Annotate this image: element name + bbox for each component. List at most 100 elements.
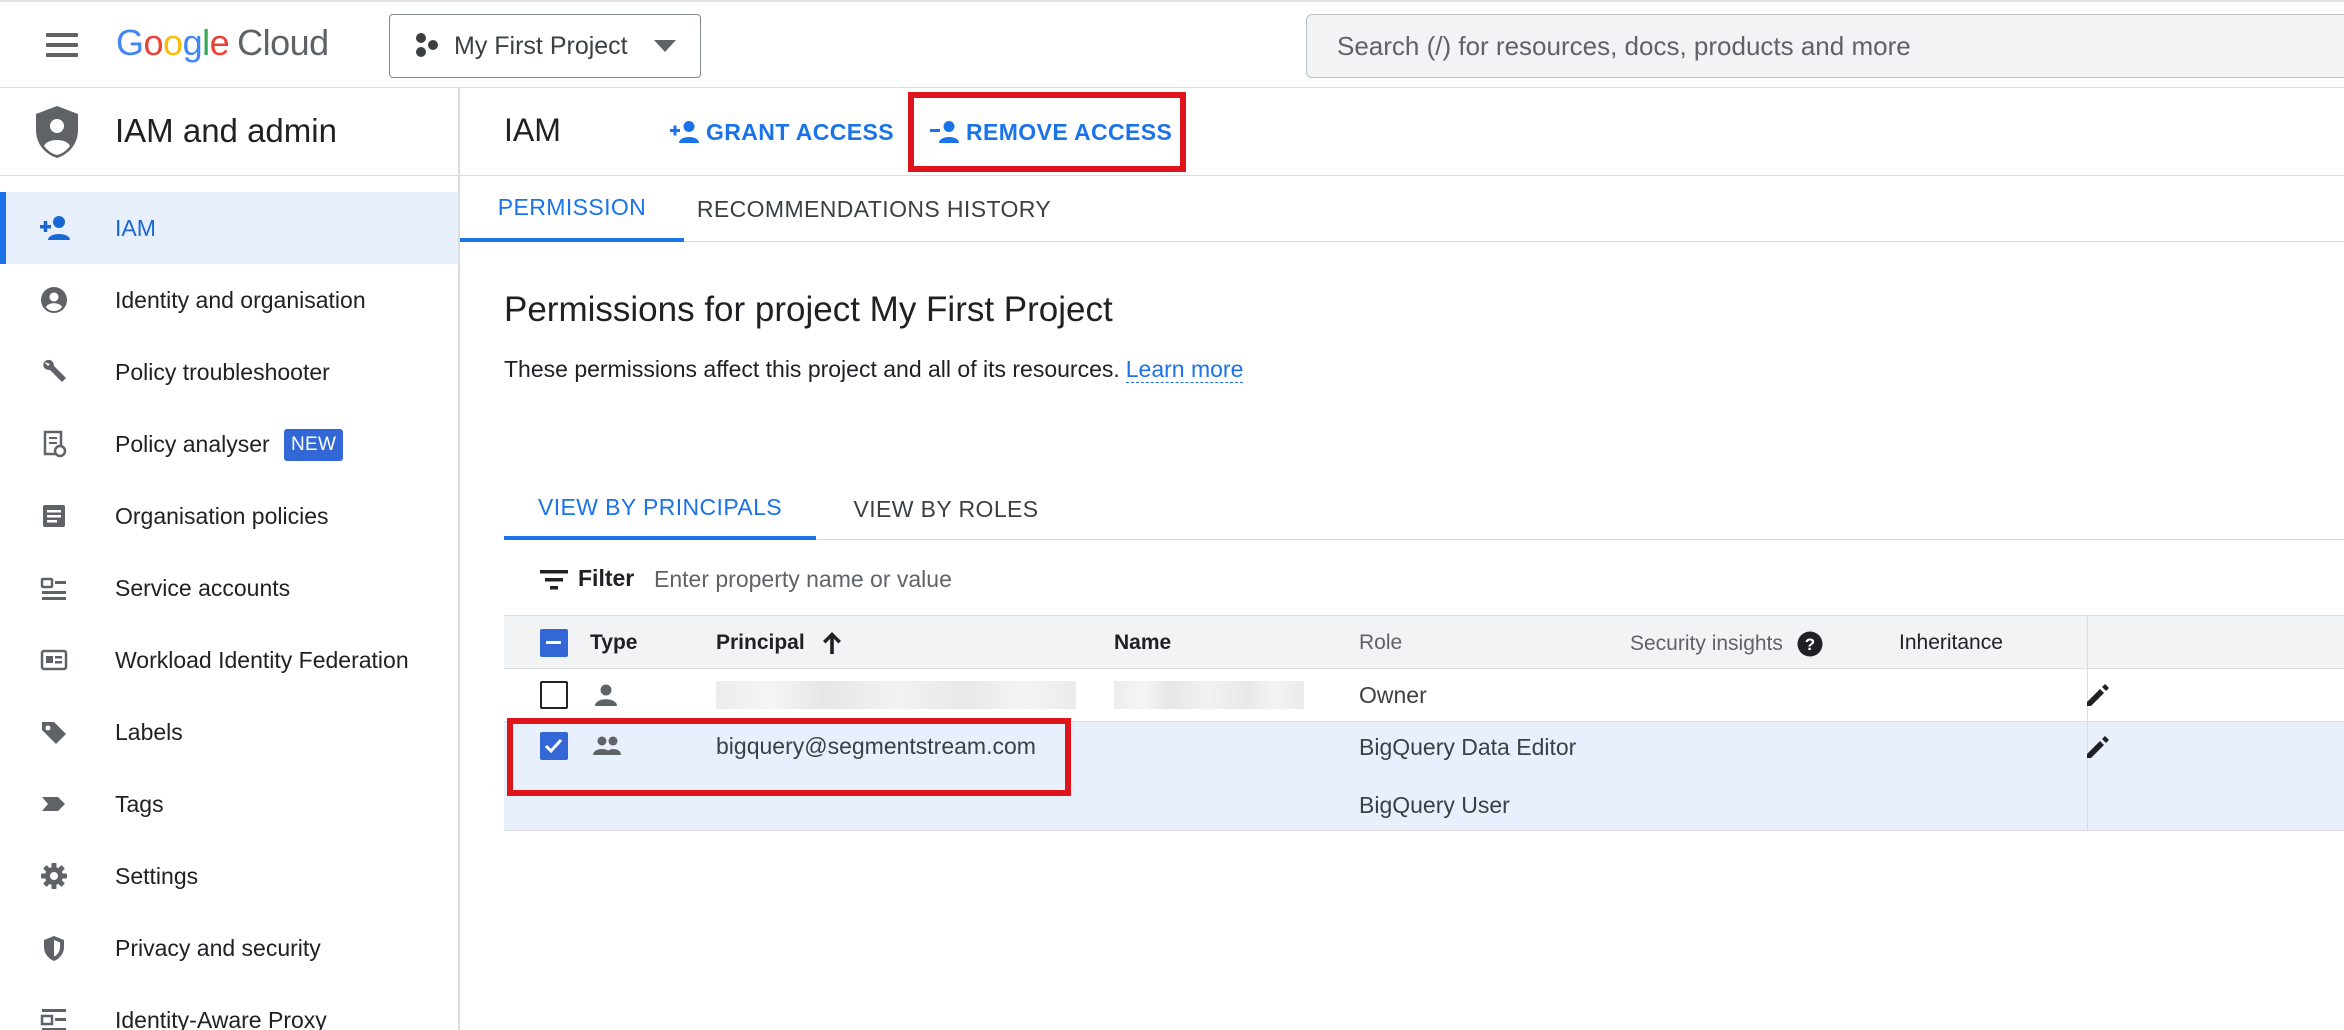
- column-type[interactable]: Type: [590, 631, 637, 655]
- proxy-icon: [40, 1006, 68, 1030]
- id-card-icon: [40, 646, 68, 674]
- filter-label: Filter: [578, 565, 635, 591]
- logo-cloud-text: Cloud: [237, 22, 329, 63]
- sidebar-item-service-accounts[interactable]: Service accounts: [0, 552, 458, 624]
- sidebar-item-iam[interactable]: IAM: [0, 192, 458, 264]
- person-add-icon: [670, 120, 700, 144]
- sidebar-item-identity-and-organisation[interactable]: Identity and organisation: [0, 264, 458, 336]
- search-input[interactable]: [1307, 15, 2344, 77]
- shield-icon: [34, 104, 80, 160]
- sidebar-item-policy-troubleshooter[interactable]: Policy troubleshooter: [0, 336, 458, 408]
- principal-email: bigquery@segmentstream.com: [716, 733, 1036, 759]
- project-hexagon-icon: [414, 32, 440, 60]
- column-security-insights[interactable]: Security insights ?: [1630, 631, 1823, 657]
- article-icon: [40, 502, 68, 530]
- filter-input[interactable]: [654, 557, 1354, 601]
- project-name: My First Project: [454, 31, 628, 60]
- column-security-insights-label: Security insights: [1630, 632, 1783, 655]
- account-circle-icon: [40, 286, 68, 314]
- table-row[interactable]: bigquery@segmentstream.com BigQuery Data…: [504, 722, 2344, 831]
- person-add-icon: [40, 214, 70, 242]
- permissions-description: These permissions affect this project an…: [504, 356, 1244, 383]
- tab-recommendations-history[interactable]: RECOMMENDATIONS HISTORY: [692, 176, 1056, 242]
- sidebar-item-policy-analyser[interactable]: Policy analyser NEW: [0, 408, 458, 480]
- top-app-bar: Google Cloud My First Project: [0, 0, 2344, 88]
- column-principal[interactable]: Principal: [716, 631, 843, 655]
- filter-bar: Filter: [504, 545, 2344, 615]
- tab-view-by-roles[interactable]: VIEW BY ROLES: [826, 478, 1066, 540]
- view-tabs: VIEW BY PRINCIPALS VIEW BY ROLES: [504, 478, 2344, 540]
- sidebar: IAM and admin IAM Identity and organisat…: [0, 88, 460, 1030]
- chevron-down-icon: [654, 40, 676, 52]
- learn-more-link[interactable]: Learn more: [1125, 356, 1244, 383]
- role-owner: Owner: [1359, 682, 1427, 708]
- sidebar-item-tags[interactable]: Tags: [0, 768, 458, 840]
- sidebar-item-settings[interactable]: Settings: [0, 840, 458, 912]
- column-divider: [2087, 616, 2088, 670]
- service-account-icon: [40, 574, 68, 602]
- security-shield-icon: [40, 934, 68, 962]
- role-bigquery-data-editor: BigQuery Data Editor: [1359, 734, 1577, 760]
- sidebar-item-workload-identity-federation[interactable]: Workload Identity Federation: [0, 624, 458, 696]
- edit-pencil-icon[interactable]: [2084, 733, 2112, 761]
- remove-access-label: REMOVE ACCESS: [966, 118, 1173, 145]
- svg-text:?: ?: [1805, 635, 1815, 654]
- grant-access-label: GRANT ACCESS: [706, 118, 894, 145]
- sidebar-header: IAM and admin: [0, 88, 458, 176]
- page-tabs: PERMISSION RECOMMENDATIONS HISTORY: [460, 176, 2344, 242]
- select-all-checkbox[interactable]: [540, 629, 568, 657]
- edit-pencil-icon[interactable]: [2084, 681, 2112, 709]
- search-bar[interactable]: [1306, 14, 2344, 78]
- column-principal-label: Principal: [716, 631, 805, 654]
- row-checkbox[interactable]: [540, 681, 568, 709]
- page-header: IAM GRANT ACCESS REMOVE ACCESS: [460, 88, 2344, 176]
- column-inheritance[interactable]: Inheritance: [1899, 631, 2003, 655]
- label-icon: [40, 718, 68, 746]
- sidebar-title: IAM and admin: [115, 112, 337, 149]
- redacted-principal: [716, 681, 1076, 709]
- project-picker[interactable]: My First Project: [389, 14, 701, 78]
- column-role[interactable]: Role: [1359, 631, 1402, 655]
- sidebar-item-labels[interactable]: Labels: [0, 696, 458, 768]
- column-name[interactable]: Name: [1114, 631, 1171, 655]
- person-icon: [594, 683, 618, 707]
- sidebar-item-label: Labels: [115, 718, 183, 745]
- wrench-icon: [40, 358, 68, 386]
- table-row[interactable]: Owner: [504, 669, 2344, 722]
- person-remove-icon: [930, 120, 960, 144]
- filter-icon: [540, 569, 568, 591]
- sidebar-item-identity-aware-proxy[interactable]: Identity-Aware Proxy: [0, 984, 458, 1030]
- permissions-heading: Permissions for project My First Project: [504, 290, 1113, 329]
- sidebar-item-label: Tags: [115, 790, 164, 817]
- row-checkbox[interactable]: [540, 732, 568, 760]
- logo-google-text: Google: [116, 22, 230, 63]
- gear-icon: [40, 862, 68, 890]
- sidebar-item-privacy-and-security[interactable]: Privacy and security: [0, 912, 458, 984]
- tab-view-by-principals[interactable]: VIEW BY PRINCIPALS: [504, 478, 816, 540]
- arrow-up-icon: [821, 631, 843, 655]
- remove-access-button[interactable]: REMOVE ACCESS: [930, 106, 1172, 158]
- sidebar-item-label: Workload Identity Federation: [115, 646, 409, 673]
- sidebar-item-label: Identity and organisation: [115, 286, 366, 313]
- description-text: These permissions affect this project an…: [504, 356, 1120, 382]
- policy-doc-icon: [40, 430, 68, 458]
- sidebar-item-label: Privacy and security: [115, 934, 321, 961]
- sidebar-item-label: Organisation policies: [115, 502, 329, 529]
- main-menu-button[interactable]: [40, 28, 84, 64]
- grant-access-button[interactable]: GRANT ACCESS: [670, 106, 894, 158]
- google-cloud-logo[interactable]: Google Cloud: [116, 22, 329, 64]
- help-icon[interactable]: ?: [1797, 631, 1823, 657]
- principals-table: Type Principal Name Role Security insigh…: [504, 615, 2344, 831]
- sidebar-item-label: Policy analyser: [115, 430, 270, 457]
- table-header: Type Principal Name Role Security insigh…: [504, 615, 2344, 670]
- sidebar-item-organisation-policies[interactable]: Organisation policies: [0, 480, 458, 552]
- sidebar-item-label: Settings: [115, 862, 199, 889]
- sidebar-item-label: Identity-Aware Proxy: [115, 1006, 327, 1030]
- redacted-name: [1114, 681, 1304, 709]
- new-badge: NEW: [284, 429, 344, 461]
- sidebar-item-label: IAM: [115, 214, 156, 241]
- page-title: IAM: [504, 112, 561, 148]
- sidebar-item-label: Service accounts: [115, 574, 291, 601]
- tag-icon: [40, 790, 68, 818]
- tab-permission[interactable]: PERMISSION: [460, 176, 684, 242]
